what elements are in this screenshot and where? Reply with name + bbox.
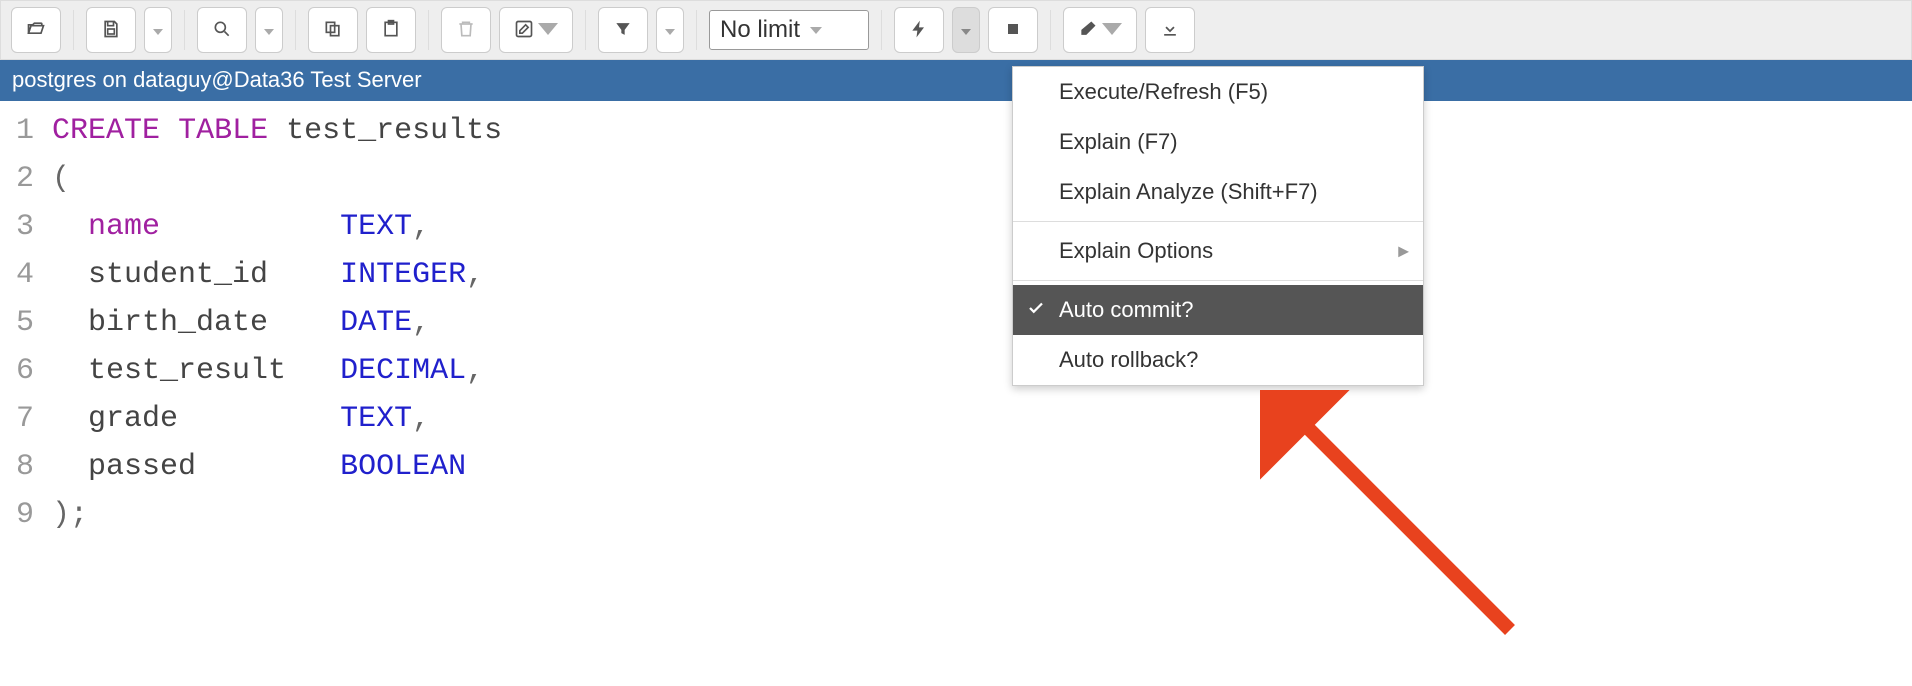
download-icon [1160, 19, 1180, 42]
toolbar: No limit [0, 0, 1912, 60]
code-line: student_id INTEGER, [52, 251, 502, 299]
line-number: 6 [16, 347, 34, 395]
code-area[interactable]: CREATE TABLE test_results ( name TEXT, s… [52, 101, 502, 545]
code-line: ( [52, 155, 502, 203]
connection-bar: postgres on dataguy@Data36 Test Server [0, 60, 1912, 101]
eraser-icon [1078, 19, 1098, 42]
line-number: 1 [16, 107, 34, 155]
line-gutter: 1 2 3 4 5 6 7 8 9 [0, 101, 52, 545]
line-number: 9 [16, 491, 34, 539]
menu-item-execute[interactable]: Execute/Refresh (F5) [1013, 67, 1423, 117]
code-line: name TEXT, [52, 203, 502, 251]
line-number: 8 [16, 443, 34, 491]
caret-down-icon [961, 23, 971, 38]
caret-down-icon [264, 23, 274, 38]
line-number: 5 [16, 299, 34, 347]
bolt-icon [909, 19, 929, 42]
caret-down-icon [1102, 19, 1122, 42]
separator [184, 10, 185, 50]
save-button[interactable] [86, 7, 136, 53]
menu-item-auto-commit[interactable]: Auto commit? [1013, 285, 1423, 335]
copy-icon [323, 19, 343, 42]
separator [696, 10, 697, 50]
delete-button[interactable] [441, 7, 491, 53]
stop-icon [1003, 19, 1023, 42]
paste-icon [381, 19, 401, 42]
line-number: 3 [16, 203, 34, 251]
clear-button[interactable] [1063, 7, 1137, 53]
line-number: 7 [16, 395, 34, 443]
separator [1050, 10, 1051, 50]
menu-divider [1013, 280, 1423, 281]
pencil-square-icon [514, 19, 534, 42]
caret-down-icon [538, 19, 558, 42]
code-line: grade TEXT, [52, 395, 502, 443]
copy-button[interactable] [308, 7, 358, 53]
filter-icon [613, 19, 633, 42]
sql-editor[interactable]: 1 2 3 4 5 6 7 8 9 CREATE TABLE test_resu… [0, 101, 1912, 545]
caret-down-icon [665, 23, 675, 38]
edit-button[interactable] [499, 7, 573, 53]
execute-dropdown[interactable] [952, 7, 980, 53]
find-dropdown[interactable] [255, 7, 283, 53]
execute-menu: Execute/Refresh (F5) Explain (F7) Explai… [1012, 66, 1424, 386]
menu-item-explain[interactable]: Explain (F7) [1013, 117, 1423, 167]
menu-item-auto-rollback[interactable]: Auto rollback? [1013, 335, 1423, 385]
row-limit-label: No limit [720, 16, 800, 44]
folder-open-icon [26, 19, 46, 42]
execute-button[interactable] [894, 7, 944, 53]
save-dropdown[interactable] [144, 7, 172, 53]
caret-down-icon [810, 27, 822, 34]
menu-divider [1013, 221, 1423, 222]
trash-icon [456, 19, 476, 42]
caret-down-icon [153, 23, 163, 38]
find-button[interactable] [197, 7, 247, 53]
filter-button[interactable] [598, 7, 648, 53]
separator [295, 10, 296, 50]
connection-label: postgres on dataguy@Data36 Test Server [12, 67, 422, 92]
row-limit-select[interactable]: No limit [709, 10, 869, 50]
menu-item-explain-analyze[interactable]: Explain Analyze (Shift+F7) [1013, 167, 1423, 217]
separator [881, 10, 882, 50]
filter-dropdown[interactable] [656, 7, 684, 53]
code-line: test_result DECIMAL, [52, 347, 502, 395]
floppy-disk-icon [101, 19, 121, 42]
line-number: 4 [16, 251, 34, 299]
code-line: birth_date DATE, [52, 299, 502, 347]
paste-button[interactable] [366, 7, 416, 53]
search-icon [212, 19, 232, 42]
code-line: passed BOOLEAN [52, 443, 502, 491]
open-file-button[interactable] [11, 7, 61, 53]
line-number: 2 [16, 155, 34, 203]
menu-item-explain-options[interactable]: Explain Options [1013, 226, 1423, 276]
download-button[interactable] [1145, 7, 1195, 53]
separator [73, 10, 74, 50]
stop-button[interactable] [988, 7, 1038, 53]
separator [585, 10, 586, 50]
separator [428, 10, 429, 50]
check-icon [1027, 297, 1045, 323]
code-line: ); [52, 491, 502, 539]
code-line: CREATE TABLE test_results [52, 107, 502, 155]
